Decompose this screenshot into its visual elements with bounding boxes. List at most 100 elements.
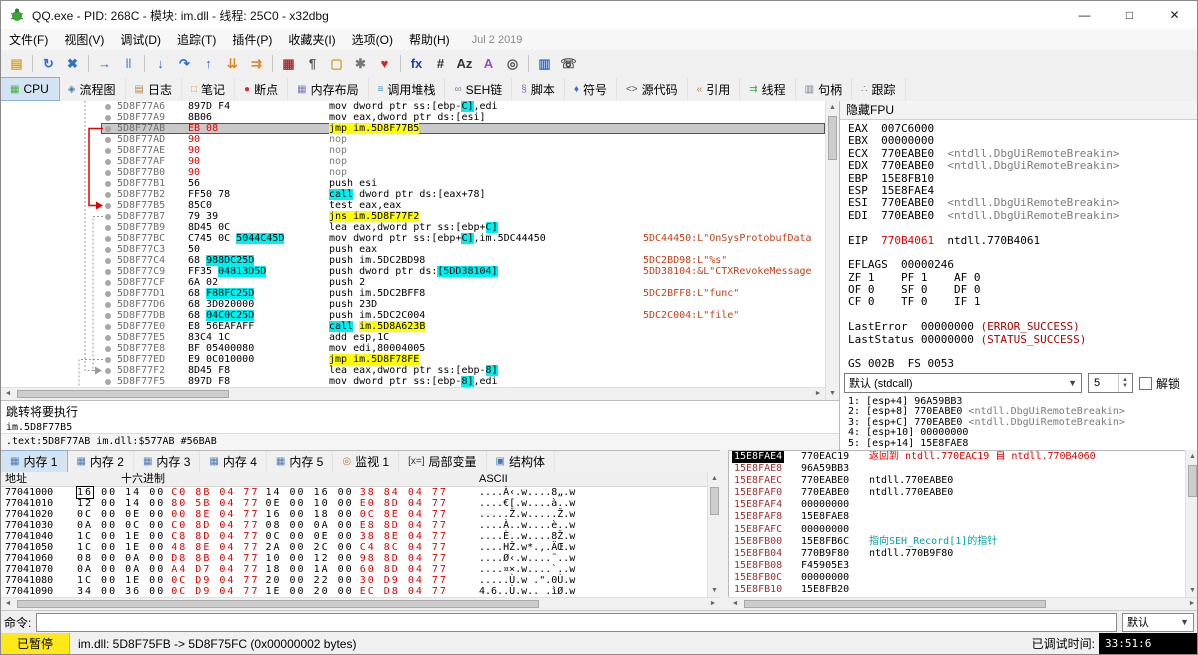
command-profile-select[interactable]: 默认 ▼ xyxy=(1122,612,1194,632)
tab-dump-2[interactable]: ▦ 内存 2 xyxy=(67,450,134,473)
disasm-row[interactable]: 5D8F77B1 56 push esi xyxy=(1,178,825,189)
command-input[interactable] xyxy=(36,612,1117,632)
scrollbar-thumb[interactable] xyxy=(828,116,837,160)
disasm-row[interactable]: 5D8F77AF 90 nop xyxy=(1,156,825,167)
step-into-icon[interactable]: ↓ xyxy=(149,53,172,75)
disasm-vertical-scrollbar[interactable]: ▲ ▼ xyxy=(825,101,839,400)
menu-item[interactable]: 视图(V) xyxy=(56,29,112,50)
notes-icon[interactable]: ▢ xyxy=(325,53,348,75)
tab-memory-map[interactable]: ▦ 内存布局 xyxy=(288,78,369,100)
scroll-up-arrow[interactable]: ▲ xyxy=(1186,450,1197,463)
stack-row[interactable]: 15E8FAEC 770EABE0 ntdll.770EABE0 xyxy=(729,475,1185,487)
help-book-icon[interactable]: ▥ xyxy=(533,53,556,75)
memory-row[interactable]: 77041080 1C 00 1E 00 0C D9 04 77 20 00 22 0… xyxy=(1,575,707,586)
memory-row[interactable]: 77041020 0C 00 0E 00 00 8E 04 77 16 00 18 0… xyxy=(1,509,707,520)
stack-row[interactable]: 15E8FAF8 15E8FAE8 xyxy=(729,511,1185,523)
memory-horizontal-scrollbar[interactable]: ◄ ► xyxy=(1,597,720,610)
tab-notes[interactable]: □ 笔记 xyxy=(182,78,236,100)
disasm-horizontal-scrollbar[interactable]: ◄ ► xyxy=(1,387,825,400)
assemble-icon[interactable]: A xyxy=(477,53,500,75)
disasm-row[interactable]: 5D8F77A6 897D F4 mov dword ptr ss:[ebp-C],… xyxy=(1,101,825,112)
patches-icon[interactable]: ▦ xyxy=(277,53,300,75)
disasm-row[interactable]: 5D8F77C3 50 push eax xyxy=(1,244,825,255)
stack-row[interactable]: 15E8FAE8 96A59BB3 xyxy=(729,463,1185,475)
memory-row[interactable]: 77041000 16 00 14 00 C0 8B 04 77 14 00 16 0… xyxy=(1,487,707,498)
stack-vertical-scrollbar[interactable]: ▲ ▼ xyxy=(1185,450,1197,597)
comment-icon[interactable]: ¶ xyxy=(301,53,324,75)
disasm-row[interactable]: 5D8F77BC C745 0C 5044C45D mov dword ptr ss… xyxy=(1,233,825,244)
unlock-checkbox[interactable]: 解锁 xyxy=(1139,375,1180,392)
tab-dump-4[interactable]: ▦ 内存 4 xyxy=(200,450,267,473)
scrollbar-thumb[interactable] xyxy=(710,487,719,515)
memory-row[interactable]: 77041050 1C 00 1E 00 48 8E 04 77 2A 00 2C 0… xyxy=(1,542,707,553)
scrollbar-thumb[interactable] xyxy=(17,390,229,398)
memory-row[interactable]: 77041060 08 00 0A 00 D8 8B 04 77 10 00 12 0… xyxy=(1,553,707,564)
disasm-row[interactable]: 5D8F77E8 BF 05400080 mov edi,80004005 xyxy=(1,343,825,354)
pause-icon[interactable]: ‖ xyxy=(117,53,140,75)
memory-row[interactable]: 77041070 0A 00 0A 00 A4 D7 04 77 18 00 1A 0… xyxy=(1,564,707,575)
settings-icon[interactable]: ✱ xyxy=(349,53,372,75)
disasm-row[interactable]: 5D8F77E5 83C4 1C add esp,1C xyxy=(1,332,825,343)
scroll-left-arrow[interactable]: ◄ xyxy=(1,598,15,610)
register-line[interactable]: EIP 770B4061 ntdll.770B4061 xyxy=(848,234,1197,247)
open-file-icon[interactable]: ▤ xyxy=(5,53,28,75)
memory-row[interactable]: 77041030 0A 00 0C 00 C0 8D 04 77 08 00 0A 0… xyxy=(1,520,707,531)
register-line[interactable]: EDI 770EABE0 <ntdll.DbgUiRemoteBreakin> xyxy=(848,209,1197,222)
disasm-row[interactable]: 5D8F77B7 79 39 jns im.5D8F77F2 xyxy=(1,211,825,222)
scroll-up-arrow[interactable]: ▲ xyxy=(826,101,839,114)
stack-row[interactable]: 15E8FAFC 00000000 xyxy=(729,524,1185,536)
register-line[interactable]: LastStatus 00000000 (STATUS_SUCCESS) xyxy=(848,333,1197,346)
disasm-row[interactable]: 5D8F77F5 897D F8 mov dword ptr ss:[ebp-8],… xyxy=(1,376,825,387)
tab-references[interactable]: «引用 xyxy=(688,78,741,100)
register-line[interactable]: CF 0 TF 0 IF 1 xyxy=(848,296,1197,308)
menu-item[interactable]: 追踪(T) xyxy=(169,29,224,50)
stack-row[interactable]: 15E8FAE4 770EAC19 返回到 ntdll.770EAC19 自 ntd… xyxy=(729,451,1185,464)
disasm-row[interactable]: 5D8F77E0 E8 56EAFAFF call im.5D8A623B xyxy=(1,321,825,332)
menu-item[interactable]: 选项(O) xyxy=(344,29,401,50)
calling-convention-select[interactable]: 默认 (stdcall) ▼ xyxy=(844,373,1082,393)
tab-handles[interactable]: ▥ 句柄 xyxy=(796,78,853,100)
stack-row[interactable]: 15E8FAF4 00000000 xyxy=(729,499,1185,511)
tab-seh-chain[interactable]: ∞ SEH链 xyxy=(445,78,513,100)
tab-struct[interactable]: ▣ 结构体 xyxy=(487,450,555,473)
case-icon[interactable]: Az xyxy=(453,53,476,75)
disasm-row[interactable]: 5D8F77B0 90 nop xyxy=(1,167,825,178)
stack-horizontal-scrollbar[interactable]: ◄ ► xyxy=(728,597,1197,610)
scroll-right-arrow[interactable]: ► xyxy=(1185,598,1197,610)
stack-row[interactable]: 15E8FB08 F45905E3 xyxy=(729,560,1185,572)
favourites-icon[interactable]: ♥ xyxy=(373,53,396,75)
tab-dump-3[interactable]: ▦ 内存 3 xyxy=(134,450,201,473)
find-icon[interactable]: ◎ xyxy=(501,53,524,75)
scroll-down-arrow[interactable]: ▼ xyxy=(1186,584,1197,597)
tab-cpu[interactable]: ▦ CPU xyxy=(1,77,60,101)
tab-script[interactable]: § 脚本 xyxy=(512,78,565,100)
scrollbar-thumb[interactable] xyxy=(744,600,1046,608)
scrollbar-thumb[interactable] xyxy=(1188,465,1197,497)
hash-icon[interactable]: # xyxy=(429,53,452,75)
tab-threads[interactable]: ⇉ 线程 xyxy=(740,78,796,100)
disasm-row[interactable]: 5D8F77CF 6A 02 push 2 xyxy=(1,277,825,288)
disasm-row[interactable]: 5D8F77D1 68 F8BFC25D push im.5DC2BFF8 5DC2B… xyxy=(1,288,825,299)
stack-row[interactable]: 15E8FB00 15E8FB6C 指向SEH_Record[1]的指针 xyxy=(729,536,1185,548)
memory-row[interactable]: 77041040 1C 00 1E 00 C8 8D 04 77 0C 00 0E 0… xyxy=(1,531,707,542)
step-over-icon[interactable]: ↷ xyxy=(173,53,196,75)
restart-icon[interactable]: ↻ xyxy=(37,53,60,75)
tab-watch-1[interactable]: ◎ 监视 1 xyxy=(333,450,400,473)
memory-vertical-scrollbar[interactable]: ▲ ▼ xyxy=(707,472,721,597)
stack-arg-line[interactable]: 5: [esp+14] 15E8FAE8 xyxy=(848,438,1197,449)
stack-row[interactable]: 15E8FB04 770B9F80 ntdll.770B9F80 xyxy=(729,548,1185,560)
trace-into-icon[interactable]: ⇊ xyxy=(221,53,244,75)
stack-row[interactable]: 15E8FAF0 770EABE0 ntdll.770EABE0 xyxy=(729,487,1185,499)
scroll-right-arrow[interactable]: ► xyxy=(811,388,825,400)
disasm-row[interactable]: 5D8F77D6 68 3D020000 push 23D xyxy=(1,299,825,310)
close-button[interactable]: ✕ xyxy=(1152,1,1197,29)
menu-item[interactable]: 收藏夹(I) xyxy=(280,29,343,50)
tab-log[interactable]: ▤ 日志 xyxy=(126,78,182,100)
disasm-row[interactable]: 5D8F77AD 90 nop xyxy=(1,134,825,145)
pane-splitter[interactable] xyxy=(720,450,728,610)
stack-row[interactable]: 15E8FB10 15E8FB20 xyxy=(729,584,1185,596)
register-line[interactable]: GS 002B FS 0053 xyxy=(848,358,1197,370)
disasm-row[interactable]: 5D8F77B9 8D45 0C lea eax,dword ptr ss:[ebp… xyxy=(1,222,825,233)
tab-breakpoints[interactable]: ● 断点 xyxy=(235,78,289,100)
stop-icon[interactable]: ✖ xyxy=(61,53,84,75)
